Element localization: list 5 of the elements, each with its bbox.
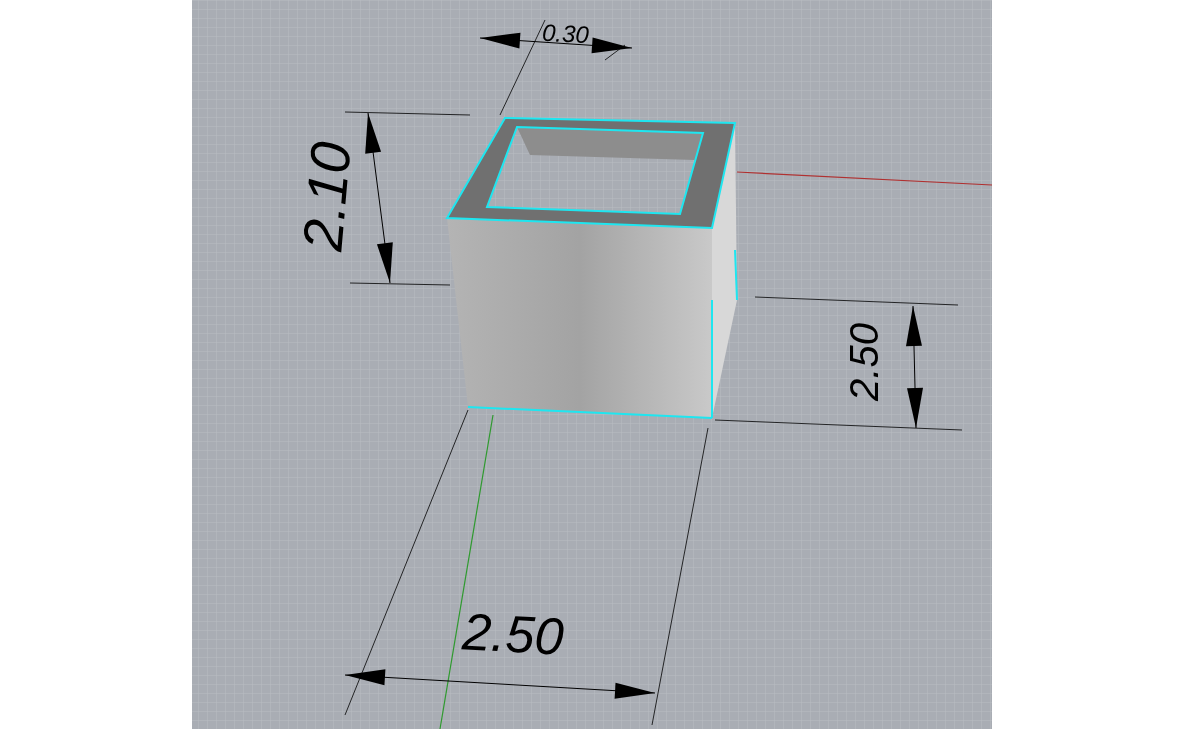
dimension-label: 2.50 xyxy=(842,323,886,401)
dimension-label: 2.50 xyxy=(460,602,565,666)
dimension-label: 2.10 xyxy=(290,139,363,254)
dimension-label: 0.30 xyxy=(541,18,590,49)
box-model-drawing[interactable] xyxy=(446,117,738,419)
